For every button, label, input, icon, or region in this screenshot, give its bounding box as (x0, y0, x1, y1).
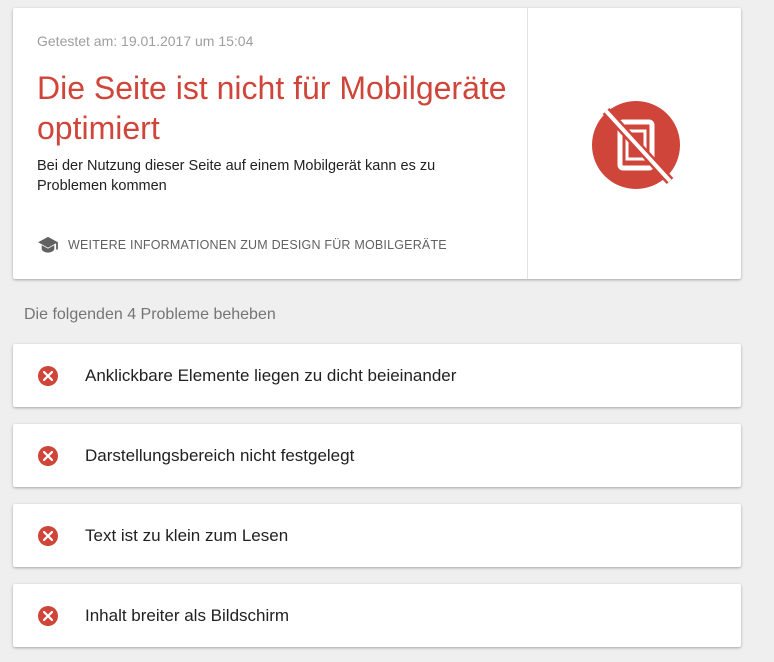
issue-label: Inhalt breiter als Bildschirm (85, 605, 290, 625)
learn-more-label: WEITERE INFORMATIONEN ZUM DESIGN FÜR MOB… (68, 238, 447, 252)
result-description: Bei der Nutzung dieser Seite auf einem M… (37, 158, 436, 194)
result-summary: Getestet am: 19.01.2017 um 15:04 Die Sei… (13, 8, 528, 279)
issue-label: Darstellungsbereich nicht festgelegt (85, 445, 355, 465)
tested-at-timestamp: Getestet am: 19.01.2017 um 15:04 (37, 33, 254, 49)
issue-card[interactable]: Text ist zu klein zum Lesen (13, 504, 741, 567)
graduation-cap-icon (37, 236, 59, 254)
not-mobile-friendly-icon (592, 101, 680, 189)
result-card: Getestet am: 19.01.2017 um 15:04 Die Sei… (13, 8, 741, 279)
error-icon (38, 605, 58, 626)
error-icon (38, 365, 58, 386)
issue-card[interactable]: Anklickbare Elemente liegen zu dicht bei… (13, 344, 741, 407)
result-title: Die Seite ist nicht für Mobilgeräte opti… (37, 70, 507, 146)
issue-label: Anklickbare Elemente liegen zu dicht bei… (85, 365, 457, 385)
error-icon (38, 445, 58, 466)
issues-heading: Die folgenden 4 Probleme beheben (24, 306, 276, 323)
issue-card[interactable]: Darstellungsbereich nicht festgelegt (13, 424, 741, 487)
issue-label: Text ist zu klein zum Lesen (85, 525, 289, 545)
issue-card[interactable]: Inhalt breiter als Bildschirm (13, 584, 741, 647)
error-icon (38, 525, 58, 546)
result-status-panel (528, 8, 741, 279)
learn-more-link[interactable]: WEITERE INFORMATIONEN ZUM DESIGN FÜR MOB… (37, 236, 447, 254)
